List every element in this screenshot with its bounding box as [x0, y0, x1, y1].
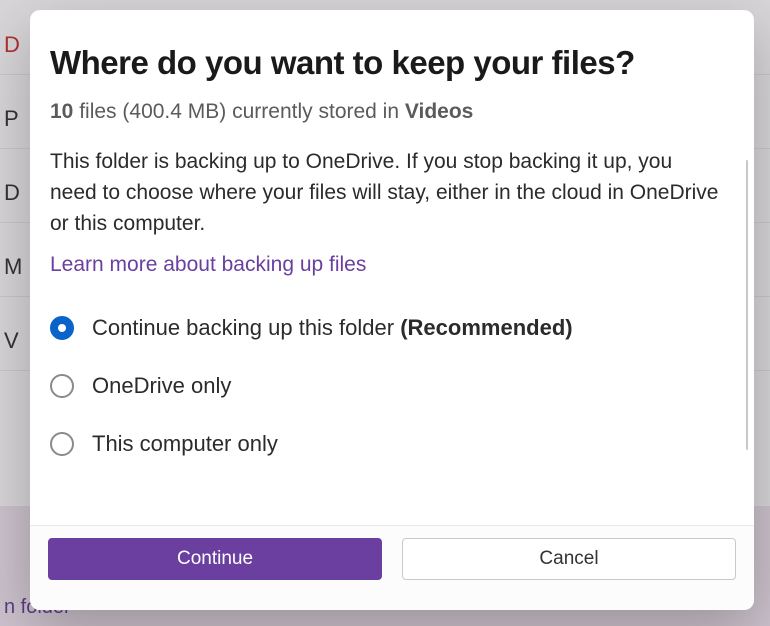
- bg-letter: V: [4, 328, 19, 354]
- continue-button[interactable]: Continue: [48, 538, 382, 580]
- option-label: This computer only: [92, 431, 278, 457]
- option-computer-only[interactable]: This computer only: [50, 431, 734, 457]
- bg-letter: P: [4, 106, 19, 132]
- cancel-button[interactable]: Cancel: [402, 538, 736, 580]
- file-size: (400.4 MB): [122, 100, 226, 123]
- stored-in-label: currently stored in: [232, 100, 399, 123]
- dialog-footer: Continue Cancel: [30, 525, 754, 610]
- dialog-subtitle: 10 files (400.4 MB) currently stored in …: [50, 100, 734, 124]
- scrollbar[interactable]: [746, 160, 748, 450]
- dialog-description: This folder is backing up to OneDrive. I…: [50, 146, 720, 239]
- option-label: OneDrive only: [92, 373, 231, 399]
- option-suffix: (Recommended): [400, 315, 572, 340]
- learn-more-link[interactable]: Learn more about backing up files: [50, 253, 366, 277]
- option-continue-backup[interactable]: Continue backing up this folder (Recomme…: [50, 315, 734, 341]
- keep-files-dialog: Where do you want to keep your files? 10…: [30, 10, 754, 610]
- options-group: Continue backing up this folder (Recomme…: [50, 309, 734, 457]
- files-label: files: [79, 100, 116, 123]
- radio-icon: [50, 432, 74, 456]
- option-label: Continue backing up this folder: [92, 315, 394, 340]
- file-count: 10: [50, 100, 73, 123]
- bg-letter: M: [4, 254, 22, 280]
- bg-letter: D: [4, 32, 20, 58]
- option-onedrive-only[interactable]: OneDrive only: [50, 373, 734, 399]
- dialog-body: Where do you want to keep your files? 10…: [30, 10, 754, 525]
- bg-letter: D: [4, 180, 20, 206]
- radio-icon: [50, 374, 74, 398]
- radio-icon: [50, 316, 74, 340]
- folder-name: Videos: [405, 100, 473, 123]
- dialog-title: Where do you want to keep your files?: [50, 44, 734, 82]
